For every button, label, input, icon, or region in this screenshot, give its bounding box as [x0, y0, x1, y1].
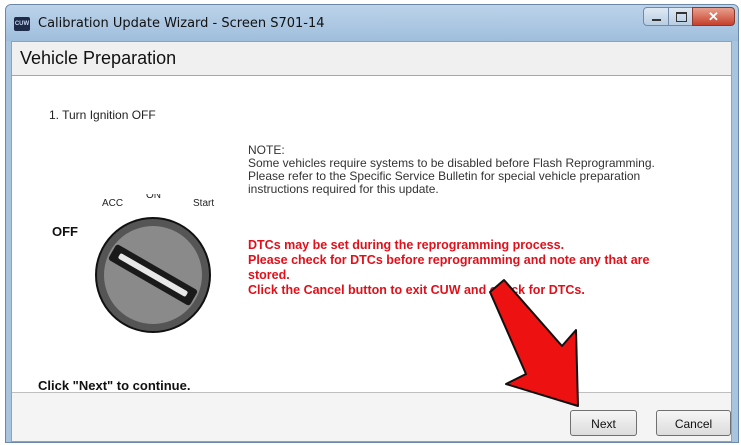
title-bar[interactable]: CUW Calibration Update Wizard - Screen S… [6, 5, 738, 41]
cancel-button[interactable]: Cancel [656, 410, 731, 436]
ignition-label-acc: ACC [102, 198, 123, 209]
arrow-shape [489, 279, 579, 407]
wizard-client-area: Vehicle Preparation 1. Turn Ignition OFF… [11, 41, 732, 442]
maximize-button[interactable] [668, 7, 693, 26]
minimize-button[interactable] [643, 7, 669, 26]
ignition-switch-illustration: ACC ON Start OFF [52, 194, 214, 333]
content-panel: 1. Turn Ignition OFF ACC ON Start OFF NO… [12, 76, 731, 393]
close-icon: ✕ [708, 9, 719, 24]
page-title: Vehicle Preparation [20, 48, 177, 68]
maximize-icon [676, 12, 687, 22]
red-pointer-arrow-icon [489, 279, 579, 407]
warning-line: DTCs may be set during the reprogramming… [248, 238, 565, 252]
warning-line: stored. [248, 268, 290, 282]
step-instruction: 1. Turn Ignition OFF [49, 108, 156, 122]
next-button[interactable]: Next [570, 410, 637, 436]
ignition-label-on: ON [146, 194, 161, 201]
close-button[interactable]: ✕ [692, 7, 735, 26]
cuw-app-icon: CUW [14, 17, 30, 31]
wizard-window: CUW Calibration Update Wizard - Screen S… [5, 4, 739, 443]
note-line: instructions required for this update. [248, 182, 439, 196]
ignition-label-off: OFF [52, 224, 78, 239]
window-title: Calibration Update Wizard - Screen S701-… [38, 16, 325, 31]
page-header: Vehicle Preparation [12, 42, 731, 76]
continue-instruction: Click "Next" to continue. [38, 378, 191, 393]
note-block: NOTE: Some vehicles require systems to b… [248, 144, 718, 196]
ignition-label-start: Start [193, 198, 214, 209]
warning-line: Click the Cancel button to exit CUW and … [248, 283, 585, 297]
minimize-icon [652, 19, 661, 21]
dtc-warning: DTCs may be set during the reprogramming… [248, 238, 708, 298]
warning-line: Please check for DTCs before reprogrammi… [248, 253, 650, 267]
